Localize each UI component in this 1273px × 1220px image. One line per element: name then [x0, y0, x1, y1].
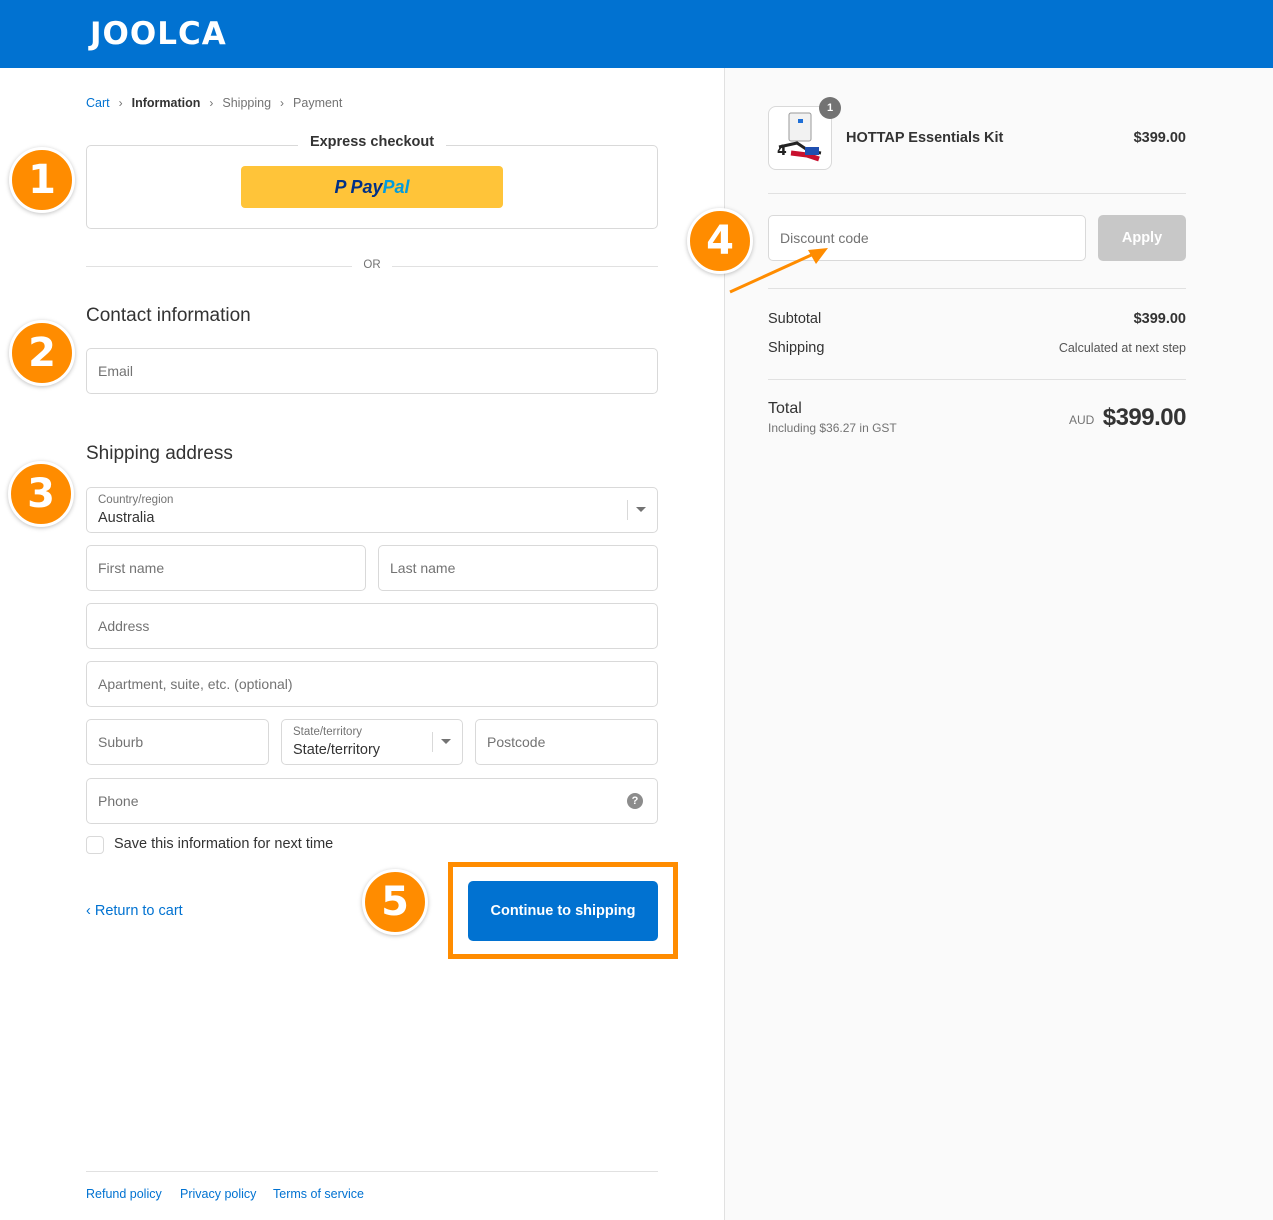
state-label: State/territory [293, 726, 363, 738]
total-amount: $399.00 [1102, 404, 1187, 431]
breadcrumb-shipping: Shipping [222, 96, 272, 110]
question-circle-icon[interactable]: ? [627, 793, 643, 809]
select-divider [627, 500, 628, 520]
joolca-logo[interactable]: JOOLCA [90, 14, 227, 54]
breadcrumb-cart[interactable]: Cart [86, 96, 110, 110]
email-placeholder: Email [98, 363, 134, 379]
chevron-down-icon [636, 507, 646, 512]
save-info-checkbox[interactable] [86, 836, 104, 854]
subtotal-label: Subtotal [768, 311, 822, 327]
save-info-label[interactable]: Save this information for next time [114, 836, 333, 852]
paypal-wordmark-pay: Pay [350, 176, 383, 197]
step-4-badge: 4 [687, 208, 753, 274]
total-tax-note: Including $36.27 in GST [768, 421, 897, 435]
product-image-icon: 4 [777, 112, 822, 162]
refund-policy-link[interactable]: Refund policy [86, 1187, 162, 1201]
address-field[interactable]: Address [86, 603, 658, 649]
or-text: OR [352, 259, 392, 271]
postcode-placeholder: Postcode [487, 734, 546, 750]
step-3-badge: 3 [8, 461, 74, 527]
chevron-right-icon: › [209, 96, 214, 110]
breadcrumb-payment: Payment [293, 96, 343, 110]
breadcrumb-information: Information [131, 96, 201, 110]
svg-text:4: 4 [777, 143, 787, 159]
total-label: Total [768, 400, 802, 417]
step-2-badge: 2 [9, 320, 75, 386]
first-name-field[interactable]: First name [86, 545, 366, 591]
paypal-icon: P [334, 176, 347, 197]
email-field[interactable]: Email [86, 348, 658, 394]
phone-placeholder: Phone [98, 793, 139, 809]
express-checkout-title: Express checkout [298, 134, 446, 150]
continue-to-shipping-button[interactable]: Continue to shipping [468, 881, 658, 941]
step-5-badge: 5 [362, 869, 428, 935]
privacy-policy-link[interactable]: Privacy policy [180, 1187, 256, 1201]
shipping-value: Calculated at next step [1058, 341, 1186, 355]
quantity-badge: 1 [819, 97, 841, 119]
footer-divider [86, 1171, 658, 1172]
select-divider [432, 732, 433, 752]
first-name-placeholder: First name [98, 560, 165, 576]
shipping-label: Shipping [768, 340, 825, 356]
product-name: HOTTAP Essentials Kit [846, 130, 1004, 146]
last-name-placeholder: Last name [390, 560, 456, 576]
return-to-cart-link[interactable]: ‹ Return to cart [86, 903, 183, 919]
country-value: Australia [98, 510, 155, 526]
step-1-badge: 1 [9, 147, 75, 213]
paypal-button[interactable]: P Pay Pal [241, 166, 503, 208]
postcode-field[interactable]: Postcode [475, 719, 658, 765]
suburb-field[interactable]: Suburb [86, 719, 269, 765]
last-name-field[interactable]: Last name [378, 545, 658, 591]
summary-divider [768, 379, 1186, 380]
chevron-right-icon: › [118, 96, 123, 110]
chevron-right-icon: › [280, 96, 285, 110]
chevron-down-icon [441, 739, 451, 744]
total-currency: AUD [1069, 413, 1095, 427]
state-value: State/territory [293, 742, 381, 758]
contact-information-title: Contact information [86, 305, 251, 326]
apartment-field[interactable]: Apartment, suite, etc. (optional) [86, 661, 658, 707]
country-label: Country/region [98, 494, 174, 506]
country-select[interactable]: Country/region Australia [86, 487, 658, 533]
address-placeholder: Address [98, 618, 150, 634]
breadcrumb: Cart › Information › Shipping › Payment [86, 96, 342, 110]
state-select[interactable]: State/territory State/territory [281, 719, 463, 765]
apply-discount-button[interactable]: Apply [1098, 215, 1186, 261]
summary-divider [768, 193, 1186, 194]
shipping-address-title: Shipping address [86, 443, 233, 464]
product-price: $399.00 [1133, 130, 1186, 146]
suburb-placeholder: Suburb [98, 734, 144, 750]
header-bar: JOOLCA [0, 0, 1273, 68]
paypal-wordmark-pal: Pal [382, 176, 410, 197]
apartment-placeholder: Apartment, suite, etc. (optional) [98, 676, 293, 692]
terms-of-service-link[interactable]: Terms of service [273, 1187, 364, 1201]
phone-field[interactable]: Phone ? [86, 778, 658, 824]
subtotal-value: $399.00 [1133, 311, 1186, 327]
